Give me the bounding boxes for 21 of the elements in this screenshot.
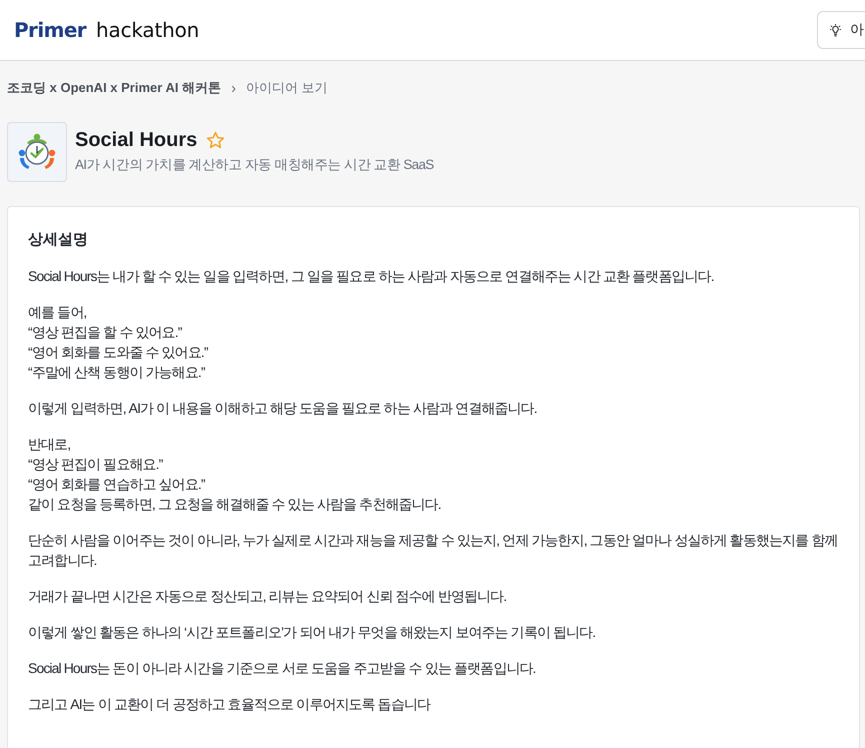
- idea-button[interactable]: 아: [817, 11, 865, 49]
- star-icon[interactable]: [206, 130, 226, 150]
- description-paragraph: 거래가 끝나면 시간은 자동으로 정산되고, 리뷰는 요약되어 신뢰 점수에 반영됩니다.: [28, 587, 508, 606]
- breadcrumb-current[interactable]: 아이디어 보기: [246, 79, 328, 97]
- description-paragraph: 이렇게 쌓인 활동은 하나의 ‘시간 포트폴리오’가 되어 내가 무엇을 해왔는지 보여주는 기록이 됩니다.: [28, 623, 596, 642]
- logo-product-text: hackathon: [96, 18, 200, 42]
- breadcrumb-separator: ›: [230, 80, 238, 96]
- breadcrumb-link[interactable]: 조코딩 x OpenAI x Primer AI 해커톤: [7, 79, 222, 97]
- project-title: Social Hours: [75, 128, 198, 152]
- description-paragraph: 이렇게 입력하면, AI가 이 내용을 이해하고 해당 도움을 필요로 하는 사람과 연결해줍니다.: [28, 399, 538, 418]
- project-logo-icon: [7, 122, 67, 182]
- description-paragraph: 예를 들어, “영상 편집을 할 수 있어요.” “영어 회화를 도와줄 수 있어요.” “주말에 산책 동행이 가능해요.”: [28, 303, 209, 382]
- description-heading: 상세설명: [28, 230, 89, 250]
- description-paragraph: Social Hours는 내가 할 수 있는 일을 입력하면, 그 일을 필요로 하는 사람과 자동으로 연결해주는 시간 교환 플랫폼입니다.: [28, 267, 715, 286]
- description-paragraph: 단순히 사람을 이어주는 것이 아니라, 누가 실제로 시간과 재능을 제공할 수 있는지, 언제 가능한지, 그동안 얼마나 성실하게 활동했는지를 함께 고려합니다.: [28, 531, 838, 570]
- description-paragraph: 반대로, “영상 편집이 필요해요.” “영어 회화를 연습하고 싶어요.” 같이 요청을 등록하면, 그 요청을 해결해줄 수 있는 사람을 추천해줍니다.: [28, 435, 442, 514]
- description-paragraph: Social Hours는 돈이 아니라 시간을 기준으로 서로 도움을 주고받을 수 있는 플랫폼입니다.: [28, 659, 537, 678]
- project-tagline: AI가 시간의 가치를 계산하고 자동 매칭해주는 시간 교환 SaaS: [75, 156, 434, 174]
- lightbulb-icon: [830, 24, 841, 36]
- description-paragraph: 그리고 AI는 이 교환이 더 공정하고 효율적으로 이루어지도록 돕습니다: [28, 695, 432, 714]
- logo-brand-text[interactable]: Primer: [14, 18, 86, 42]
